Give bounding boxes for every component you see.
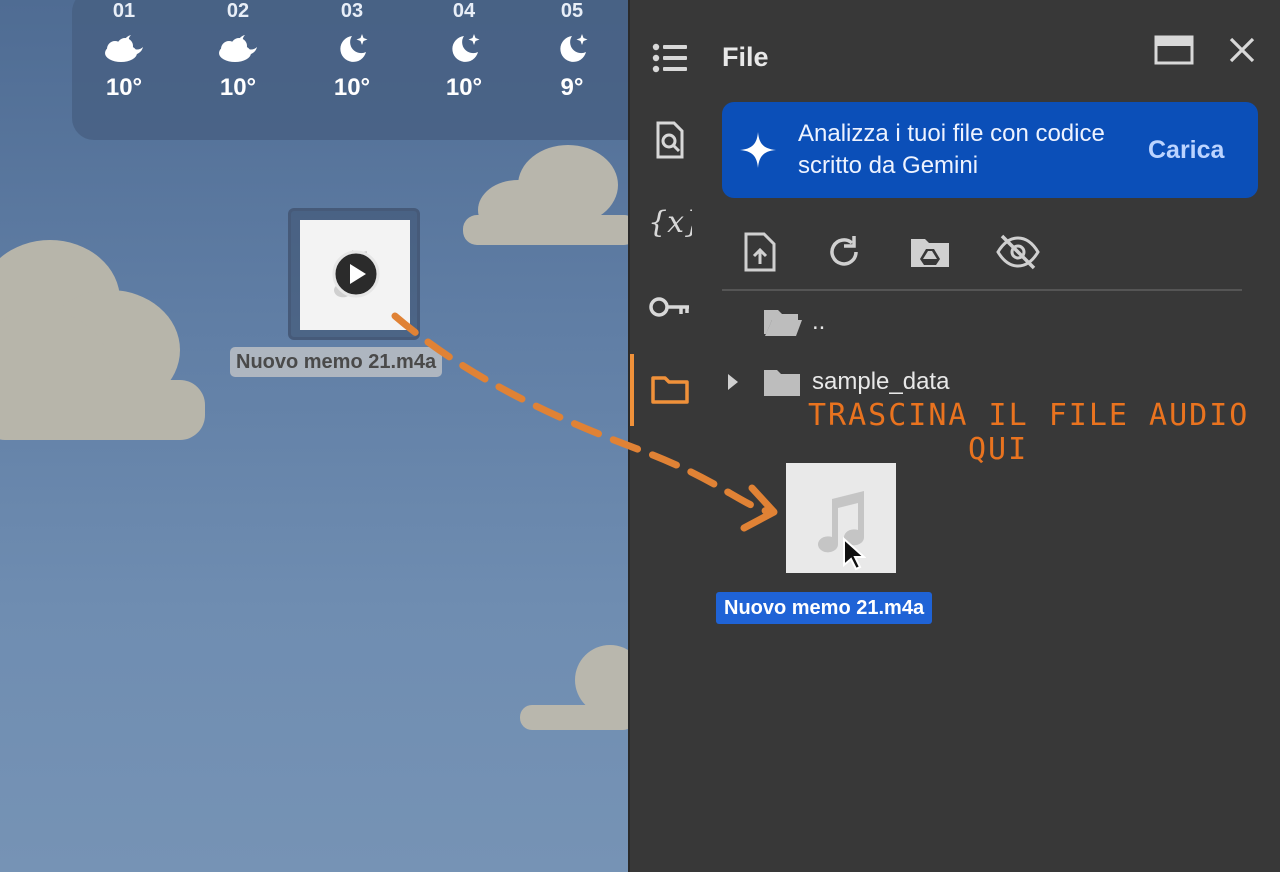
parent-folder-row[interactable]: .. <box>722 300 1242 344</box>
clear-night-icon <box>532 24 612 72</box>
weather-hour: 01 10° <box>84 0 164 102</box>
secrets-key-icon[interactable] <box>648 285 692 329</box>
open-folder-icon <box>764 310 802 336</box>
desktop-audio-file[interactable] <box>288 208 420 340</box>
svg-text:{x}: {x} <box>648 205 692 240</box>
weather-hour: 04 10° <box>424 0 504 102</box>
dragged-file-name: Nuovo memo 21.m4a <box>716 592 933 624</box>
clear-night-icon <box>312 24 392 72</box>
desktop-file-name[interactable]: Nuovo memo 21.m4a <box>230 347 443 377</box>
find-replace-icon[interactable] <box>648 118 692 162</box>
table-of-contents-icon[interactable] <box>648 36 692 80</box>
partly-cloudy-night-icon <box>84 24 164 72</box>
annotation-text: TRASCINA IL FILE AUDIO <box>808 398 1250 433</box>
banner-text: Analizza i tuoi file con codice scritto … <box>798 120 1105 179</box>
close-icon[interactable] <box>1220 30 1264 70</box>
expand-arrow-icon[interactable] <box>726 372 740 392</box>
play-icon <box>332 250 380 298</box>
open-in-tab-icon[interactable] <box>1152 30 1196 70</box>
upload-file-icon[interactable] <box>734 228 786 276</box>
upload-button[interactable]: Carica <box>1140 132 1232 169</box>
temperature-label: 10° <box>105 74 143 101</box>
panel-title: File <box>722 42 769 72</box>
hour-label: 04 <box>452 0 476 22</box>
gemini-banner: Analizza i tuoi file con codice scritto … <box>722 102 1258 198</box>
annotation-text: QUI <box>968 432 1029 467</box>
desktop-background: 01 10° 02 10° 03 10° 04 10° 05 9° Nuovo … <box>0 0 628 872</box>
refresh-icon[interactable] <box>818 228 870 276</box>
weather-widget: 01 10° 02 10° 03 10° 04 10° 05 9° <box>72 0 628 140</box>
mount-drive-icon[interactable] <box>904 228 956 276</box>
sparkle-icon <box>740 132 776 168</box>
hour-label: 03 <box>340 0 364 22</box>
dragged-audio-file[interactable] <box>786 463 896 573</box>
cloud-decoration <box>520 645 628 730</box>
files-panel: {x} File Analizza i tuoi file con codice… <box>628 0 1280 872</box>
audio-thumbnail <box>300 220 410 330</box>
partly-cloudy-night-icon <box>198 24 278 72</box>
hour-label: 02 <box>226 0 250 22</box>
weather-hour: 02 10° <box>198 0 278 102</box>
mouse-cursor-icon <box>843 537 866 571</box>
divider <box>722 289 1242 291</box>
hour-label: 01 <box>112 0 136 22</box>
clear-night-icon <box>424 24 504 72</box>
weather-hour: 05 9° <box>532 0 612 102</box>
temperature-label: 10° <box>219 74 257 101</box>
hide-files-icon[interactable] <box>992 228 1044 276</box>
folder-icon[interactable] <box>648 368 692 412</box>
cloud-decoration <box>463 145 628 245</box>
parent-folder-label: .. <box>812 308 826 335</box>
folder-icon <box>764 370 800 396</box>
cloud-decoration <box>0 240 205 440</box>
folder-label: sample_data <box>812 368 950 395</box>
active-indicator <box>630 354 634 426</box>
temperature-label: 10° <box>445 74 483 101</box>
variables-icon[interactable]: {x} <box>648 200 692 244</box>
weather-hour: 03 10° <box>312 0 392 102</box>
hour-label: 05 <box>560 0 584 22</box>
temperature-label: 10° <box>333 74 371 101</box>
temperature-label: 9° <box>560 74 584 101</box>
music-note-icon <box>818 491 865 553</box>
sidebar: {x} <box>630 0 710 872</box>
